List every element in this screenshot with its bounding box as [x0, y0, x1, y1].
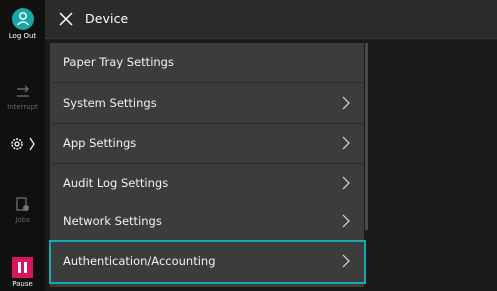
menu-item-system-settings[interactable]: System Settings [53, 85, 363, 124]
menu-item-label: Paper Tray Settings [63, 55, 174, 69]
close-button[interactable] [59, 11, 73, 30]
menu-item-paper-tray-settings[interactable]: Paper Tray Settings [53, 44, 363, 83]
left-sidebar: Log Out Interrupt Jobs Pause [0, 0, 45, 291]
chevron-right-icon [342, 136, 350, 150]
menu-item-app-settings[interactable]: App Settings [53, 125, 363, 164]
page-title: Device [85, 11, 129, 26]
header-bar: Device [45, 0, 497, 39]
pause-label: Pause [12, 280, 33, 288]
pause-icon [12, 257, 33, 278]
scrollbar[interactable] [365, 43, 368, 230]
logout-button[interactable]: Log Out [0, 8, 45, 41]
menu-item-network-settings[interactable]: Network Settings [53, 203, 363, 242]
chevron-right-icon [342, 214, 350, 228]
menu-item-label: System Settings [63, 96, 157, 110]
menu-item-label: Audit Log Settings [63, 176, 169, 190]
close-icon [59, 12, 73, 26]
menu-item-label: App Settings [63, 136, 137, 150]
user-icon [11, 8, 34, 30]
gear-icon [10, 137, 35, 151]
jobs-button[interactable]: Jobs [0, 196, 45, 225]
interrupt-label: Interrupt [7, 103, 38, 111]
interrupt-icon [16, 85, 29, 97]
menu-item-label: Network Settings [63, 214, 162, 228]
interrupt-button[interactable]: Interrupt [0, 84, 45, 112]
chevron-right-icon [342, 96, 350, 110]
selection-highlight [49, 240, 366, 284]
jobs-icon [15, 197, 29, 211]
pause-button[interactable]: Pause [0, 257, 45, 289]
device-settings-button[interactable] [0, 136, 45, 156]
chevron-right-icon [342, 176, 350, 190]
jobs-label: Jobs [15, 216, 30, 224]
logout-label: Log Out [8, 32, 37, 40]
menu-item-audit-log-settings[interactable]: Audit Log Settings [53, 165, 363, 204]
